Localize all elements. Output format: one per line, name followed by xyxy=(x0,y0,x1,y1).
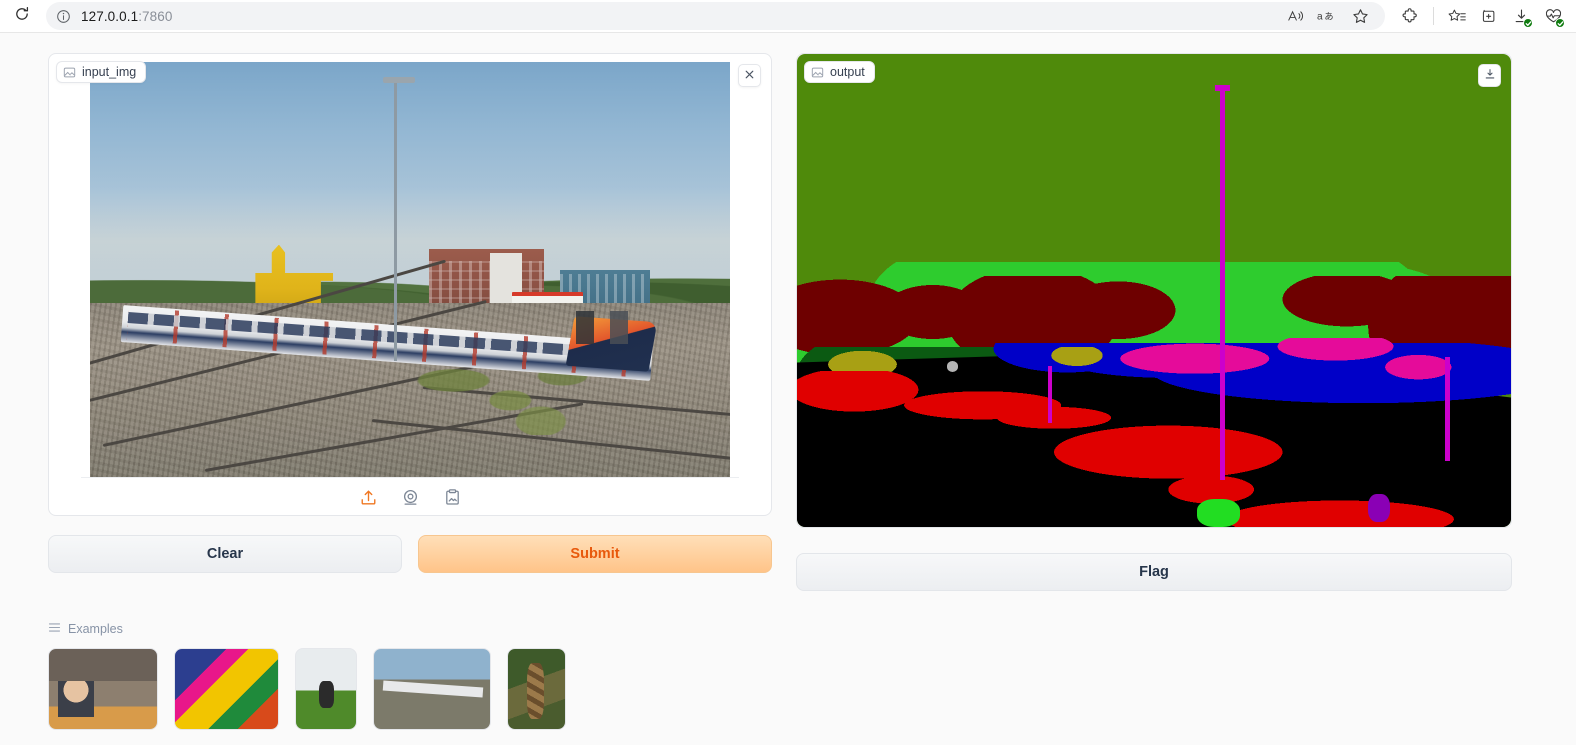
collections-icon[interactable] xyxy=(1442,2,1472,30)
examples-section: Examples xyxy=(48,621,1528,730)
reload-icon xyxy=(14,6,30,27)
examples-header: Examples xyxy=(48,621,1528,637)
input-image-label-text: input_img xyxy=(82,65,137,79)
seg-region-gray-patch xyxy=(946,361,959,372)
essentials-status-badge xyxy=(1555,18,1565,28)
read-aloud-icon[interactable] xyxy=(1281,2,1311,30)
seg-region-vegetation xyxy=(797,370,1511,527)
image-icon xyxy=(63,66,76,79)
example-horse-jumping[interactable] xyxy=(295,648,357,730)
photo-parked-cars xyxy=(576,311,730,345)
clear-button[interactable]: Clear xyxy=(48,535,402,573)
translate-icon[interactable]: a あ xyxy=(1313,2,1343,30)
webcam-icon[interactable] xyxy=(399,487,421,509)
example-bento-lunchbox[interactable] xyxy=(174,648,279,730)
extensions-icon[interactable] xyxy=(1395,2,1425,30)
output-image-label: output xyxy=(804,61,875,83)
seg-region-pole-right xyxy=(1445,356,1451,461)
seg-region-grass-patch xyxy=(1196,498,1240,527)
downloads-icon[interactable] xyxy=(1506,2,1536,30)
browser-essentials-icon[interactable] xyxy=(1538,2,1568,30)
image-icon xyxy=(811,66,824,79)
seg-region-pole-left xyxy=(1048,366,1052,423)
browser-toolbar: 127.0.0.1:7860 a あ xyxy=(0,0,1576,32)
photo-lamp-head xyxy=(383,76,416,84)
examples-header-text: Examples xyxy=(68,622,123,636)
input-image-frame[interactable] xyxy=(57,62,763,477)
split-screen-icon[interactable] xyxy=(1474,2,1504,30)
flag-button[interactable]: Flag xyxy=(796,553,1512,591)
example-railway-train[interactable] xyxy=(373,648,491,730)
output-column: output Flag xyxy=(796,53,1512,591)
browser-actions xyxy=(1389,2,1568,30)
input-column: input_img Clear Submit xyxy=(48,53,772,573)
add-favorite-icon[interactable] xyxy=(1345,2,1375,30)
example-giraffe[interactable] xyxy=(507,648,566,730)
url-port: :7860 xyxy=(138,8,173,24)
input-image-toolbar xyxy=(81,477,739,517)
downloads-complete-badge xyxy=(1523,18,1533,28)
close-icon xyxy=(744,67,755,85)
seg-region-purple-patch xyxy=(1368,493,1390,523)
input-image-panel: input_img xyxy=(48,53,772,516)
output-image-label-text: output xyxy=(830,65,865,79)
paste-clipboard-icon[interactable] xyxy=(441,487,463,509)
address-bar-text: 127.0.0.1:7860 xyxy=(81,9,173,24)
svg-text:あ: あ xyxy=(1324,12,1333,23)
seg-region-pole-head xyxy=(1214,84,1231,92)
segmentation-output-image[interactable] xyxy=(797,54,1511,527)
action-button-row: Clear Submit xyxy=(48,535,772,573)
toolbar-divider xyxy=(1433,7,1434,25)
main-row: input_img Clear Submit output Flag xyxy=(48,53,1528,591)
examples-list xyxy=(48,648,1528,730)
url-host: 127.0.0.1 xyxy=(81,8,139,24)
example-people-eating[interactable] xyxy=(48,648,158,730)
seg-region-pole-main xyxy=(1219,87,1225,480)
download-output-button[interactable] xyxy=(1478,64,1501,87)
upload-icon[interactable] xyxy=(357,487,379,509)
list-icon xyxy=(48,621,61,637)
output-image-panel: output xyxy=(796,53,1512,528)
input-photo[interactable] xyxy=(90,62,730,477)
address-bar[interactable]: 127.0.0.1:7860 a あ xyxy=(46,2,1385,30)
photo-lamppost xyxy=(394,78,397,361)
site-info-icon[interactable] xyxy=(56,9,71,24)
download-icon xyxy=(1484,67,1496,85)
input-image-label: input_img xyxy=(56,61,147,83)
svg-text:a: a xyxy=(1317,12,1323,23)
gradio-app: input_img Clear Submit output Flag Examp… xyxy=(0,33,1576,745)
submit-button[interactable]: Submit xyxy=(418,535,772,573)
clear-image-button[interactable] xyxy=(738,64,761,87)
reload-button[interactable] xyxy=(8,2,36,30)
